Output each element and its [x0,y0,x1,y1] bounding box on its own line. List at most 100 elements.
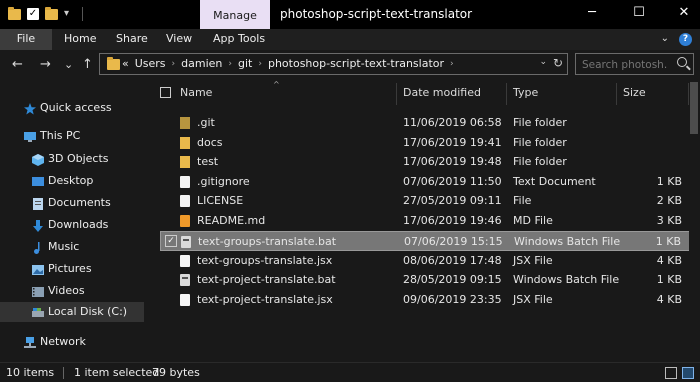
sidebar-item-downloads[interactable]: Downloads [32,215,144,235]
breadcrumb-item-project[interactable]: photoshop-script-text-translator [268,57,444,71]
refresh-icon[interactable]: ↻ [553,56,563,70]
chevron-right-icon[interactable]: › [172,57,176,71]
search-box[interactable] [575,53,694,75]
tab-home[interactable]: Home [64,29,96,50]
sidebar-item-videos[interactable]: Videos [32,281,144,301]
file-row-docs[interactable]: docs 17/06/2019 19:41 File folder [160,133,690,153]
search-icon [677,57,687,67]
sidebar-item-label: Desktop [48,174,94,187]
sidebar-item-label: Downloads [48,218,109,231]
text-file-icon [180,176,190,188]
documents-icon [32,197,44,210]
tab-share[interactable]: Share [116,29,148,50]
tab-file[interactable]: File [0,29,52,50]
file-type: JSX File [513,293,553,306]
title-bar: ✓ ▾ Manage photoshop-script-text-transla… [0,0,700,29]
tab-view[interactable]: View [166,29,192,50]
minimize-button[interactable]: ─ [585,6,599,20]
breadcrumb-item-damien[interactable]: damien [181,57,222,71]
jsx-file-icon [180,294,190,306]
git-folder-icon [180,117,190,129]
network-icon [24,336,36,348]
file-row-readme[interactable]: README.md 17/06/2019 19:46 MD File 3 KB [160,211,690,231]
desktop-icon [32,175,44,187]
new-folder-icon[interactable] [45,6,58,20]
breadcrumb-item-users[interactable]: Users [135,57,166,71]
music-icon [32,241,44,254]
file-size: 2 KB [656,194,682,207]
recent-locations-chevron-icon[interactable]: ⌄ [64,57,73,73]
sidebar-item-desktop[interactable]: Desktop [32,171,144,191]
status-selected: 1 item selected [74,366,160,379]
expand-ribbon-chevron-icon[interactable]: ⌄ [661,33,669,46]
ribbon-tabs: File Home Share View App Tools ⌄ ? [0,29,700,50]
file-size: 4 KB [656,293,682,306]
file-row-text-project-translate-bat[interactable]: text-project-translate.bat 28/05/2019 09… [160,270,690,290]
manage-contextual-tab[interactable]: Manage [200,0,270,29]
sidebar-item-documents[interactable]: Documents [32,193,144,213]
sidebar-item-3d-objects[interactable]: 3D Objects [32,149,144,169]
select-all-checkbox[interactable] [160,87,171,101]
properties-check-icon[interactable]: ✓ [27,8,39,20]
file-type: Text Document [513,175,596,188]
sidebar-item-pictures[interactable]: Pictures [32,259,144,279]
file-row-license[interactable]: LICENSE 27/05/2019 09:11 File 2 KB [160,191,690,211]
file-name: text-project-translate.bat [197,273,336,286]
file-row-text-groups-translate-bat[interactable]: ✓ text-groups-translate.bat 07/06/2019 1… [160,231,690,251]
breadcrumb-overflow[interactable]: « [122,57,129,71]
file-row-test[interactable]: test 17/06/2019 19:48 File folder [160,152,690,172]
up-button[interactable]: ↑ [82,57,93,73]
file-row-gitignore[interactable]: .gitignore 07/06/2019 11:50 Text Documen… [160,172,690,192]
column-divider[interactable] [396,83,397,105]
sidebar-item-local-disk[interactable]: Local Disk (C:) [0,302,144,322]
maximize-button[interactable]: ☐ [632,6,646,20]
breadcrumb-item-git[interactable]: git [238,57,252,71]
back-button[interactable]: ← [12,57,23,73]
file-row-text-project-translate-jsx[interactable]: text-project-translate.jsx 09/06/2019 23… [160,290,690,310]
close-button[interactable]: ✕ [677,6,691,20]
chevron-right-icon[interactable]: › [258,57,262,71]
file-size: 4 KB [656,254,682,267]
column-header-name[interactable]: Name [180,86,212,99]
row-checkbox[interactable]: ✓ [165,235,177,247]
large-icons-view-icon[interactable] [682,367,694,379]
chevron-right-icon[interactable]: › [450,57,454,71]
column-divider[interactable] [506,83,507,105]
sidebar-item-this-pc[interactable]: This PC [24,126,144,146]
details-view-icon[interactable] [665,367,677,379]
file-type: File folder [513,155,567,168]
file-size: 3 KB [656,214,682,227]
computer-icon [24,130,36,142]
chevron-right-icon[interactable]: › [228,57,232,71]
forward-button[interactable]: → [40,57,51,73]
search-input[interactable] [582,57,668,72]
file-row-text-groups-translate-jsx[interactable]: text-groups-translate.jsx 08/06/2019 17:… [160,251,690,271]
sidebar-item-quick-access[interactable]: Quick access [24,98,144,118]
column-header-type[interactable]: Type [513,86,538,99]
navigation-pane: Quick access This PC 3D Objects Desktop … [0,80,150,360]
scrollbar-thumb[interactable] [690,82,698,134]
file-row-git[interactable]: .git 11/06/2019 06:58 File folder [160,113,690,133]
customize-toolbar-chevron-icon[interactable]: ▾ [64,8,72,20]
sublime-file-icon [180,215,190,227]
sidebar-item-label: Music [48,240,80,253]
sidebar-item-music[interactable]: Music [32,237,144,257]
tab-app-tools[interactable]: App Tools [213,29,265,50]
address-bar[interactable]: « Users › damien › git › photoshop-scrip… [99,53,568,75]
address-history-chevron-icon[interactable]: ⌄ [539,57,547,67]
file-type: File [513,194,532,207]
column-header-date-modified[interactable]: Date modified [403,86,481,99]
file-type: File folder [513,136,567,149]
help-icon[interactable]: ? [679,33,692,46]
column-divider[interactable] [616,83,617,105]
file-name: .git [197,116,215,129]
file-name: test [197,155,219,168]
sidebar-item-network[interactable]: Network [24,332,144,352]
batch-file-icon [180,274,190,286]
status-item-count: 10 items [6,366,55,379]
file-name: docs [197,136,223,149]
column-header-size[interactable]: Size [623,86,646,99]
folder-icon[interactable] [8,6,21,20]
file-size: 1 KB [656,273,682,286]
file-type: Windows Batch File [513,273,620,286]
